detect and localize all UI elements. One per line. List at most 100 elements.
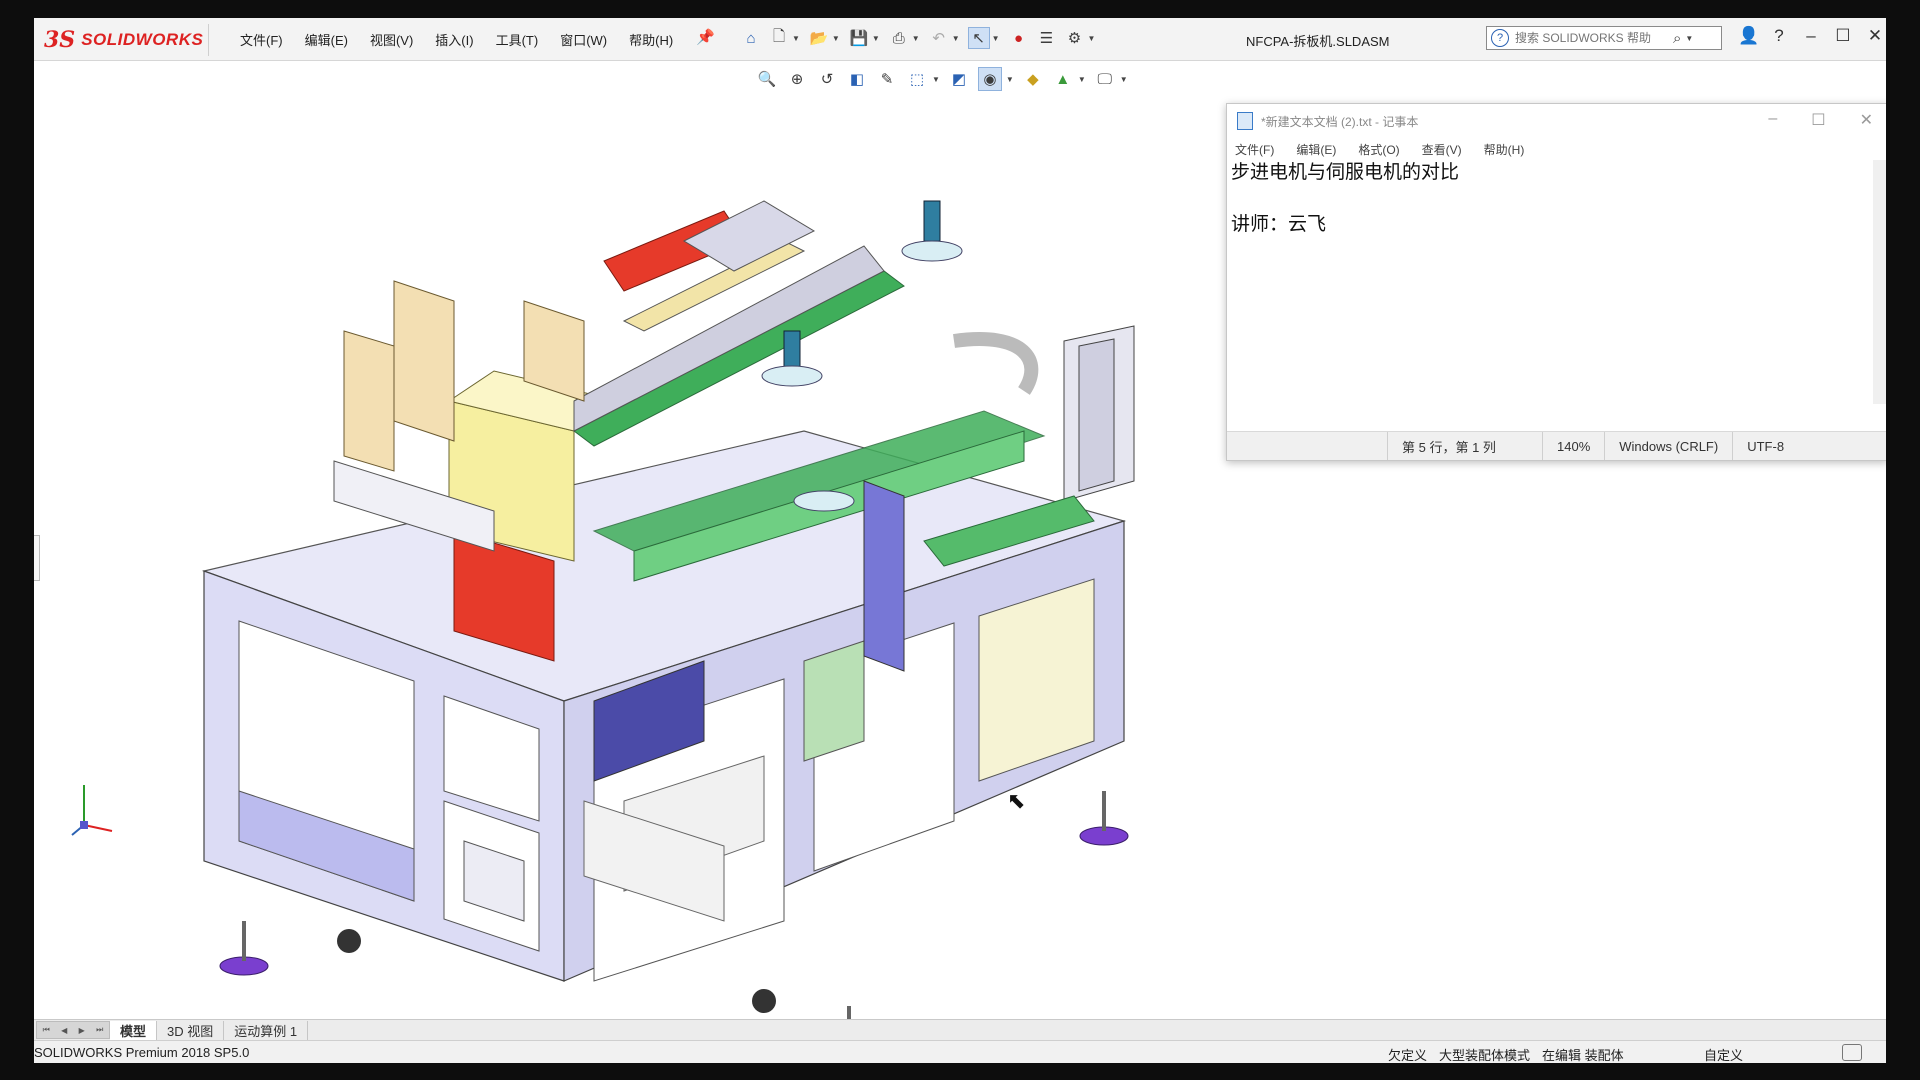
view-settings-icon[interactable]: 🖵 [1094, 68, 1116, 90]
status-indicators: 欠定义 大型装配体模式 在编辑 装配体 [1388, 1045, 1624, 1063]
app-name: SOLIDWORKS [81, 30, 204, 49]
maximize-icon[interactable]: ☐ [1834, 26, 1852, 46]
notepad-status-bar: 第 5 行，第 1 列 140% Windows (CRLF) UTF-8 [1227, 431, 1886, 460]
chevron-down-icon[interactable]: ▼ [912, 34, 920, 43]
menu-insert[interactable]: 插入(I) [435, 30, 473, 49]
solidworks-window: 3S SOLIDWORKS 文件(F) 编辑(E) 视图(V) 插入(I) 工具… [34, 18, 1886, 1063]
notepad-menu-help[interactable]: 帮助(H) [1484, 141, 1525, 158]
zoom-level: 140% [1542, 432, 1604, 460]
new-file-icon[interactable]: 🗋 [768, 27, 790, 49]
options-gear-icon[interactable]: ⚙ [1064, 27, 1086, 49]
notepad-line: 步进电机与伺服电机的对比 [1231, 161, 1460, 183]
units-custom[interactable]: 自定义 [1704, 1045, 1743, 1063]
notepad-window[interactable]: *新建文本文档 (2).txt - 记事本 – ☐ ✕ 文件(F) 编辑(E) … [1226, 103, 1886, 461]
close-icon[interactable]: ✕ [1866, 26, 1884, 46]
line-ending: Windows (CRLF) [1604, 432, 1732, 460]
maximize-icon[interactable]: ☐ [1811, 110, 1825, 130]
notepad-line [1231, 186, 1873, 212]
ds-logo-icon: 3S [44, 27, 76, 53]
first-tab-icon[interactable]: ⏮ [43, 1025, 50, 1035]
chevron-down-icon[interactable]: ▼ [1120, 75, 1128, 84]
document-title: NFCPA-拆板机.SLDASM [1246, 34, 1390, 49]
notepad-scrollbar[interactable] [1873, 160, 1886, 404]
notepad-menu-edit[interactable]: 编辑(E) [1296, 141, 1336, 158]
chevron-down-icon[interactable]: ▼ [1088, 34, 1096, 43]
home-icon[interactable]: ⌂ [740, 27, 762, 49]
help-question-icon: ? [1491, 29, 1509, 47]
chevron-down-icon[interactable]: ▼ [992, 34, 1000, 43]
zoom-area-icon[interactable]: ⊕ [786, 68, 808, 90]
open-folder-icon[interactable]: 📂 [808, 27, 830, 49]
help-search-box[interactable]: ? ⌕ ▼ [1486, 26, 1722, 50]
chevron-down-icon[interactable]: ▼ [872, 34, 880, 43]
notepad-window-controls: – ☐ ✕ [1768, 110, 1873, 130]
chevron-down-icon[interactable]: ▼ [952, 34, 960, 43]
menu-tools[interactable]: 工具(T) [496, 30, 539, 49]
tab-3d-views[interactable]: 3D 视图 [157, 1020, 225, 1040]
notepad-menu-file[interactable]: 文件(F) [1235, 141, 1274, 158]
menu-view[interactable]: 视图(V) [370, 30, 413, 49]
help-search-input[interactable] [1513, 30, 1667, 46]
search-icon[interactable]: ⌕ [1673, 30, 1681, 47]
user-icon[interactable]: 👤 [1738, 26, 1759, 46]
minimize-icon[interactable]: – [1802, 26, 1820, 46]
assembly-3d-model[interactable] [164, 101, 1164, 1031]
chevron-down-icon[interactable]: ▼ [1685, 34, 1693, 43]
chevron-down-icon[interactable]: ▼ [932, 75, 940, 84]
rebuild-icon[interactable]: ● [1008, 27, 1030, 49]
dynamic-annotation-icon[interactable]: ✎ [876, 68, 898, 90]
chevron-down-icon[interactable]: ▼ [1006, 75, 1014, 84]
heads-up-view-toolbar: 🔍 ⊕ ↺ ◧ ✎ ⬚ ▼ ◩ ◉ ▼ ◆ ▲ ▼ 🖵 ▼ [756, 67, 1136, 91]
tab-model[interactable]: 模型 [110, 1020, 158, 1040]
pin-menu-icon[interactable]: 📌 [696, 28, 715, 48]
notepad-menu: 文件(F) 编辑(E) 格式(O) 查看(V) 帮助(H) [1227, 138, 1886, 160]
main-menu: 文件(F) 编辑(E) 视图(V) 插入(I) 工具(T) 窗口(W) 帮助(H… [240, 30, 695, 49]
status-bar: SOLIDWORKS Premium 2018 SP5.0 欠定义 大型装配体模… [34, 1040, 1886, 1063]
view-orientation-icon[interactable]: ⬚ [906, 68, 928, 90]
close-icon[interactable]: ✕ [1860, 110, 1873, 130]
window-controls: 👤 ? – ☐ ✕ [1738, 26, 1884, 46]
tab-motion-study[interactable]: 运动算例 1 [224, 1020, 309, 1040]
graphics-area[interactable]: 🔍 ⊕ ↺ ◧ ✎ ⬚ ▼ ◩ ◉ ▼ ◆ ▲ ▼ 🖵 ▼ ⬉ *新建文本文档 … [34, 61, 1886, 1031]
help-icon[interactable]: ? [1770, 26, 1788, 46]
prev-tab-icon[interactable]: ◀ [61, 1026, 67, 1035]
previous-view-icon[interactable]: ↺ [816, 68, 838, 90]
display-style-icon[interactable]: ◩ [948, 68, 970, 90]
tooltip-bubble-icon[interactable] [1842, 1044, 1862, 1061]
minimize-icon[interactable]: – [1768, 110, 1777, 130]
notepad-menu-view[interactable]: 查看(V) [1422, 141, 1462, 158]
chevron-down-icon[interactable]: ▼ [792, 34, 800, 43]
cursor-position: 第 5 行，第 1 列 [1387, 432, 1542, 460]
notepad-menu-format[interactable]: 格式(O) [1358, 141, 1399, 158]
menu-help[interactable]: 帮助(H) [629, 30, 673, 49]
next-tab-icon[interactable]: ▶ [79, 1026, 85, 1035]
select-pointer-icon[interactable]: ↖ [967, 27, 990, 49]
menu-file[interactable]: 文件(F) [240, 30, 283, 49]
chevron-down-icon[interactable]: ▼ [832, 34, 840, 43]
title-bar: 3S SOLIDWORKS 文件(F) 编辑(E) 视图(V) 插入(I) 工具… [34, 18, 1886, 61]
last-tab-icon[interactable]: ⏭ [96, 1025, 103, 1035]
chevron-down-icon[interactable]: ▼ [1078, 75, 1086, 84]
mouse-cursor-icon: ⬉ [1007, 788, 1026, 813]
product-version: SOLIDWORKS Premium 2018 SP5.0 [34, 1045, 250, 1060]
notepad-text-area[interactable]: 步进电机与伺服电机的对比 讲师：云飞 [1231, 160, 1873, 404]
apply-scene-icon[interactable]: ▲ [1052, 68, 1074, 90]
menu-window[interactable]: 窗口(W) [560, 30, 607, 49]
print-icon[interactable]: ⎙ [888, 27, 910, 49]
standard-toolbar: ⌂ 🗋 ▼ 📂 ▼ 💾 ▼ ⎙ ▼ ↶ ▼ ↖ ▼ ● ☰ ⚙ ▼ [740, 27, 1103, 49]
tab-scroll-arrows[interactable]: ⏮ ◀ ▶ ⏭ [36, 1021, 110, 1039]
edit-appearance-icon[interactable]: ◆ [1022, 68, 1044, 90]
feature-manager-collapse-handle[interactable] [34, 535, 40, 581]
zoom-to-fit-icon[interactable]: 🔍 [756, 68, 778, 90]
hide-show-icon[interactable]: ◉ [977, 67, 1002, 91]
model-tabs-bar: ⏮ ◀ ▶ ⏭ 模型 3D 视图 运动算例 1 [34, 1019, 1886, 1040]
notepad-app-icon [1237, 112, 1253, 130]
encoding: UTF-8 [1732, 432, 1798, 460]
undo-icon[interactable]: ↶ [928, 27, 950, 49]
section-view-icon[interactable]: ◧ [846, 68, 868, 90]
large-assembly-mode: 大型装配体模式 [1439, 1048, 1531, 1063]
save-icon[interactable]: 💾 [848, 27, 870, 49]
menu-edit[interactable]: 编辑(E) [305, 30, 348, 49]
file-properties-icon[interactable]: ☰ [1036, 27, 1058, 49]
solidworks-logo[interactable]: 3S SOLIDWORKS [44, 24, 209, 56]
